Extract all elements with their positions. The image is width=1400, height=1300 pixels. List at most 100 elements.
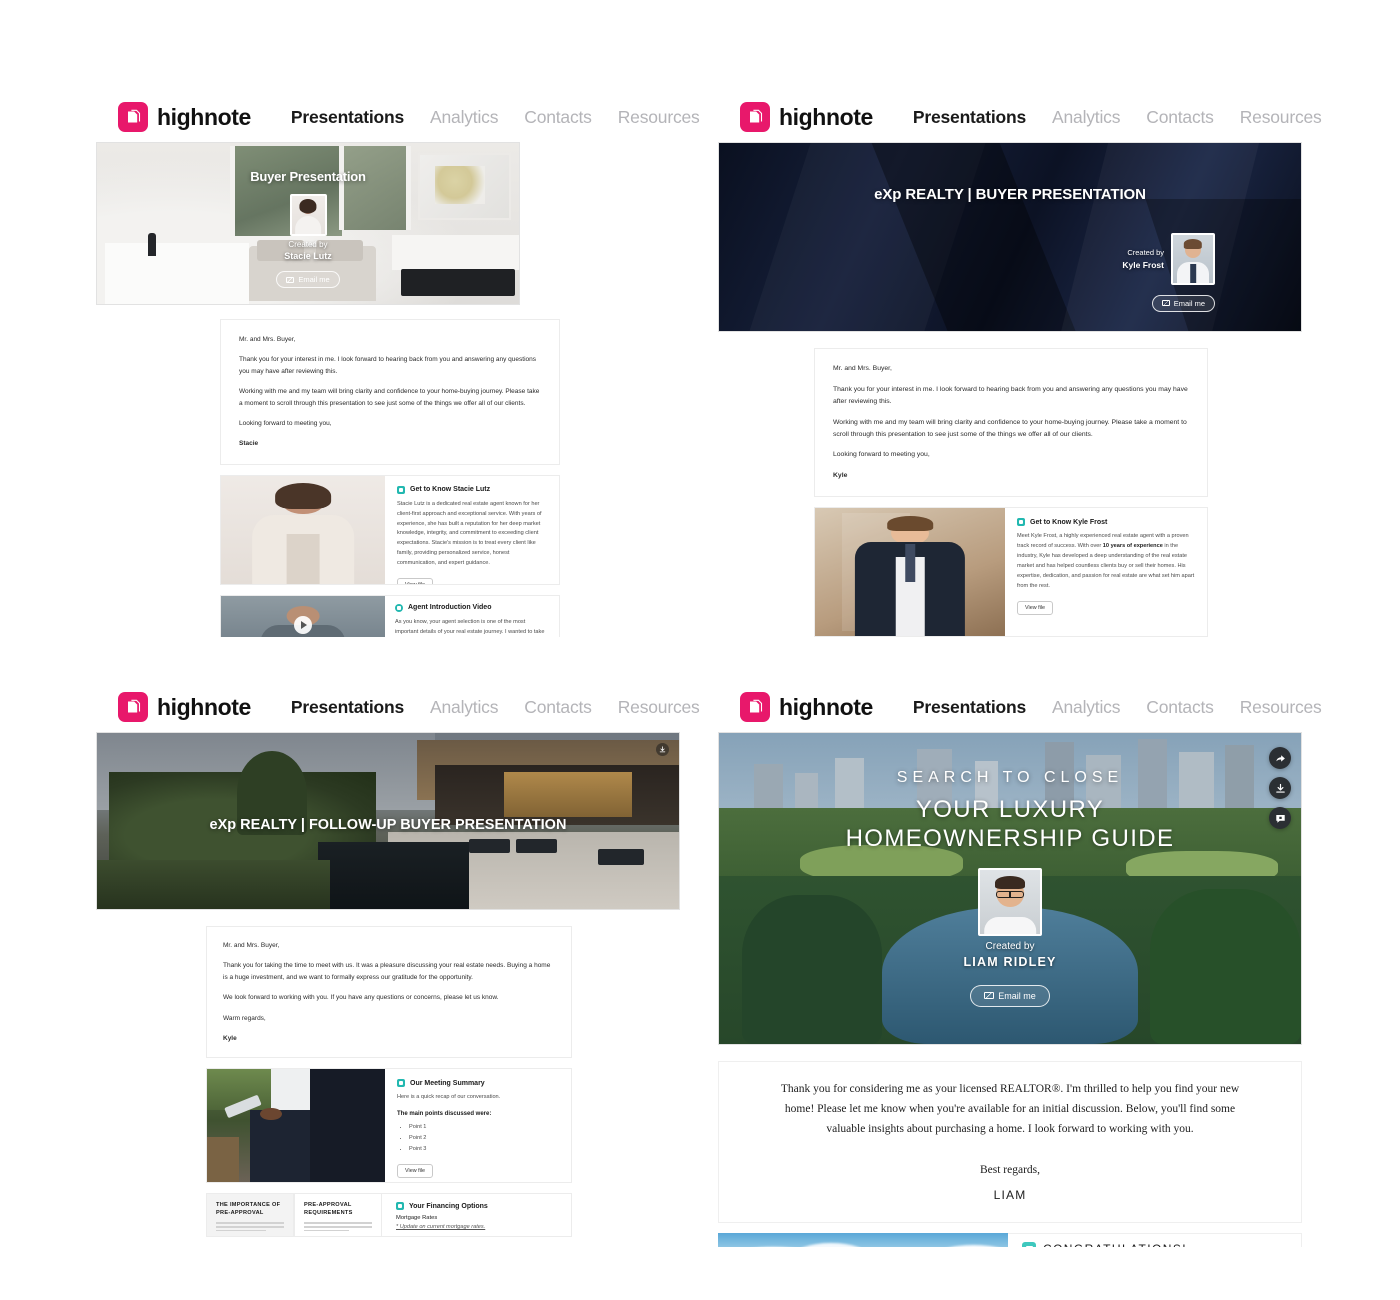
nav-link-presentations[interactable]: Presentations xyxy=(913,697,1026,718)
letter-signature: Kyle xyxy=(833,472,848,480)
presentation-panel-4: highnote Presentations Analytics Contact… xyxy=(718,682,1322,1247)
email-me-button[interactable]: Email me xyxy=(276,271,340,288)
nav-link-contacts[interactable]: Contacts xyxy=(1146,107,1214,128)
nav-link-resources[interactable]: Resources xyxy=(618,697,700,718)
view-file-button[interactable]: View file xyxy=(1017,600,1053,615)
agent-bio-block: Get to Know Kyle Frost Meet Kyle Frost, … xyxy=(814,507,1208,637)
creator-name: Stacie Lutz xyxy=(284,251,332,261)
highnote-logo[interactable]: highnote xyxy=(740,692,873,722)
email-me-button[interactable]: Email me xyxy=(1151,294,1215,312)
letter-signature: LIAM xyxy=(993,1188,1027,1203)
financing-options-card: Your Financing Options Mortgage Rates * … xyxy=(382,1193,572,1238)
blue-sky-clouds-image xyxy=(718,1232,1008,1247)
highnote-logo[interactable]: highnote xyxy=(118,692,251,722)
hero-title: YOUR LUXURY HOMEOWNERSHIP GUIDE xyxy=(845,796,1175,853)
nav-link-analytics[interactable]: Analytics xyxy=(1052,697,1120,718)
block-heading-row: Our Meeting Summary xyxy=(397,1079,559,1088)
block-heading-row: Get to Know Kyle Frost xyxy=(1017,518,1195,527)
view-file-button[interactable]: View file xyxy=(397,1164,433,1179)
section-marker-icon xyxy=(397,485,405,494)
agent-video-text: Agent Introduction Video As you know, yo… xyxy=(385,596,559,637)
avatar xyxy=(1171,233,1215,285)
nav-links: Presentations Analytics Contacts Resourc… xyxy=(913,107,1322,128)
download-icon[interactable] xyxy=(1269,777,1291,799)
document-pages-icon xyxy=(118,102,148,132)
email-me-wrap: Email me xyxy=(1151,293,1215,312)
highnote-logo[interactable]: highnote xyxy=(118,102,251,132)
screenshot-root: highnote Presentations Analytics Contact… xyxy=(0,0,1400,1300)
presentation-document: eXp REALTY | BUYER PRESENTATION Created … xyxy=(718,142,1304,637)
hero-banner[interactable]: eXp REALTY | FOLLOW-UP BUYER PRESENTATIO… xyxy=(96,732,680,910)
nav-links: Presentations Analytics Contacts Resourc… xyxy=(291,107,700,128)
email-me-button[interactable]: Email me xyxy=(970,984,1050,1007)
agent-bio-text: Get to Know Kyle Frost Meet Kyle Frost, … xyxy=(1005,508,1207,636)
thumbnail-card[interactable]: THE IMPORTANCE OF PRE-APPROVAL xyxy=(206,1193,294,1238)
view-file-button[interactable]: View file xyxy=(397,578,433,584)
hero-eyebrow: SEARCH TO CLOSE xyxy=(896,769,1124,786)
document-body: Mr. and Mrs. Buyer, Thank you for your i… xyxy=(718,332,1208,637)
letter-paragraph-2: We look forward to working with you. If … xyxy=(223,994,499,1002)
top-navbar: highnote Presentations Analytics Contact… xyxy=(718,92,1322,142)
nav-link-presentations[interactable]: Presentations xyxy=(291,107,404,128)
comment-icon[interactable] xyxy=(1269,807,1291,829)
nav-link-contacts[interactable]: Contacts xyxy=(524,107,592,128)
nav-link-analytics[interactable]: Analytics xyxy=(430,107,498,128)
logo-wordmark: highnote xyxy=(157,103,251,130)
panel-edge-shadow xyxy=(679,733,680,909)
letter-salutation: Mr. and Mrs. Buyer, xyxy=(223,942,280,949)
nav-link-contacts[interactable]: Contacts xyxy=(524,697,592,718)
meeting-summary-block: Our Meeting Summary Here is a quick reca… xyxy=(206,1068,572,1184)
hero-action-buttons xyxy=(1269,747,1291,829)
logo-wordmark: highnote xyxy=(779,693,873,720)
thumbnail-card[interactable]: PRE-APPROVAL REQUIREMENTS xyxy=(294,1193,382,1238)
nav-link-presentations[interactable]: Presentations xyxy=(913,107,1026,128)
presentation-document: SEARCH TO CLOSE YOUR LUXURY HOMEOWNERSHI… xyxy=(718,732,1304,1247)
created-by-label: Created by xyxy=(288,240,328,249)
document-pages-icon xyxy=(740,692,770,722)
nav-link-contacts[interactable]: Contacts xyxy=(1146,697,1214,718)
letter-signature: Kyle xyxy=(223,1034,237,1042)
nav-links: Presentations Analytics Contacts Resourc… xyxy=(913,697,1322,718)
list-item: Point 3 xyxy=(409,1144,559,1154)
download-icon[interactable] xyxy=(656,743,669,756)
avatar xyxy=(978,867,1042,936)
nav-link-resources[interactable]: Resources xyxy=(618,107,700,128)
nav-link-presentations[interactable]: Presentations xyxy=(291,697,404,718)
highnote-logo[interactable]: highnote xyxy=(740,102,873,132)
agent-video-block: Agent Introduction Video As you know, yo… xyxy=(220,594,560,637)
hero-banner[interactable]: eXp REALTY | BUYER PRESENTATION Created … xyxy=(718,142,1302,332)
block-body: Meet Kyle Frost, a highly experienced re… xyxy=(1017,532,1195,592)
letter-paragraph-2: Working with me and my team will bring c… xyxy=(239,388,540,407)
nav-link-resources[interactable]: Resources xyxy=(1240,107,1322,128)
thumbnail-title: PRE-APPROVAL REQUIREMENTS xyxy=(304,1202,353,1216)
hero-title: Buyer Presentation xyxy=(250,169,366,184)
share-icon[interactable] xyxy=(1269,747,1291,769)
hero-content: Buyer Presentation Created by Stacie Lut… xyxy=(97,143,519,304)
top-navbar: highnote Presentations Analytics Contact… xyxy=(718,682,1322,732)
block-heading: CONGRATULATIONS! xyxy=(1043,1242,1187,1247)
block-heading: Our Meeting Summary xyxy=(410,1079,485,1087)
intro-letter: Mr. and Mrs. Buyer, Thank you for your i… xyxy=(814,348,1208,498)
meeting-summary-text: Our Meeting Summary Here is a quick reca… xyxy=(385,1069,571,1182)
list-item: Point 2 xyxy=(409,1133,559,1143)
section-marker-icon xyxy=(395,603,403,612)
created-by-label: Created by xyxy=(985,940,1035,952)
agent-video-thumbnail[interactable] xyxy=(221,595,385,637)
hero-banner[interactable]: Buyer Presentation Created by Stacie Lut… xyxy=(96,142,520,305)
bio-text-bold: 10 years of experience xyxy=(1102,543,1163,550)
creator-name: Kyle Frost xyxy=(1122,260,1164,270)
nav-link-resources[interactable]: Resources xyxy=(1240,697,1322,718)
presentation-panel-2: highnote Presentations Analytics Contact… xyxy=(718,92,1322,637)
welcome-letter: Thank you for considering me as your lic… xyxy=(718,1061,1302,1223)
nav-link-analytics[interactable]: Analytics xyxy=(430,697,498,718)
mail-icon xyxy=(286,276,295,283)
letter-paragraph-2: Working with me and my team will bring c… xyxy=(833,418,1187,438)
nav-link-analytics[interactable]: Analytics xyxy=(1052,107,1120,128)
letter-closing: Best regards, xyxy=(979,1164,1041,1177)
congratulations-block: CONGRATULATIONS! xyxy=(718,1232,1302,1247)
letter-closing: Warm regards, xyxy=(223,1014,266,1022)
play-icon[interactable] xyxy=(294,615,312,634)
hero-banner[interactable]: SEARCH TO CLOSE YOUR LUXURY HOMEOWNERSHI… xyxy=(718,732,1302,1045)
bio-text-part-2: in the industry, Kyle has developed a de… xyxy=(1017,543,1195,589)
mail-icon xyxy=(1161,300,1170,306)
